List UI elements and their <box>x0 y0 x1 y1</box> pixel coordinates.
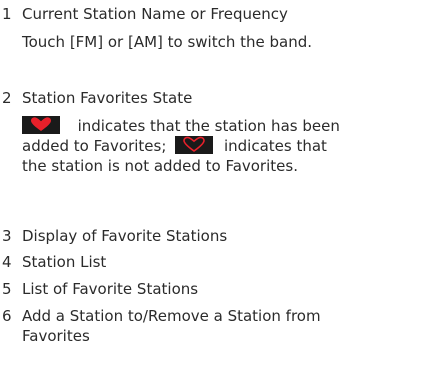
item-number: 5 <box>2 280 12 298</box>
favorite-added-text: added to Favorites; <box>22 137 167 155</box>
item-number: 2 <box>2 89 12 107</box>
item-content: Add a Station to/Remove a Station from F… <box>22 306 420 346</box>
item-title-line-2: Favorites <box>22 327 90 345</box>
item-title: Station List <box>22 253 107 271</box>
heart-filled-icon <box>22 116 60 134</box>
item-title: Station Favorites State <box>22 89 193 107</box>
item-title: Current Station Name or Frequency <box>22 5 288 23</box>
item-content: Current Station Name or Frequency Touch … <box>22 4 420 52</box>
item-content: Station List <box>22 252 420 272</box>
item-number: 6 <box>2 307 12 325</box>
item-number: 3 <box>2 227 12 245</box>
favorite-outline-text: indicates that <box>223 137 327 155</box>
favorite-filled-text: indicates that the station has been <box>77 117 340 135</box>
favorite-state-line-1: indicates that the station has been <box>22 116 420 136</box>
item-title: List of Favorite Stations <box>22 280 199 298</box>
item-content: List of Favorite Stations <box>22 279 420 299</box>
item-number: 4 <box>2 253 12 271</box>
item-number: 1 <box>2 5 12 23</box>
item-title: Display of Favorite Stations <box>22 227 228 245</box>
item-content: Display of Favorite Stations <box>22 226 420 246</box>
item-title-line-1: Add a Station to/Remove a Station from <box>22 307 321 325</box>
favorite-state-line-3: the station is not added to Favorites. <box>22 157 298 175</box>
item-content: Station Favorites State indicates that t… <box>22 88 420 176</box>
item-detail: Touch [FM] or [AM] to switch the band. <box>22 33 313 51</box>
heart-outline-icon <box>175 136 214 154</box>
favorite-state-line-2: added to Favorites; indicates that <box>22 136 420 156</box>
